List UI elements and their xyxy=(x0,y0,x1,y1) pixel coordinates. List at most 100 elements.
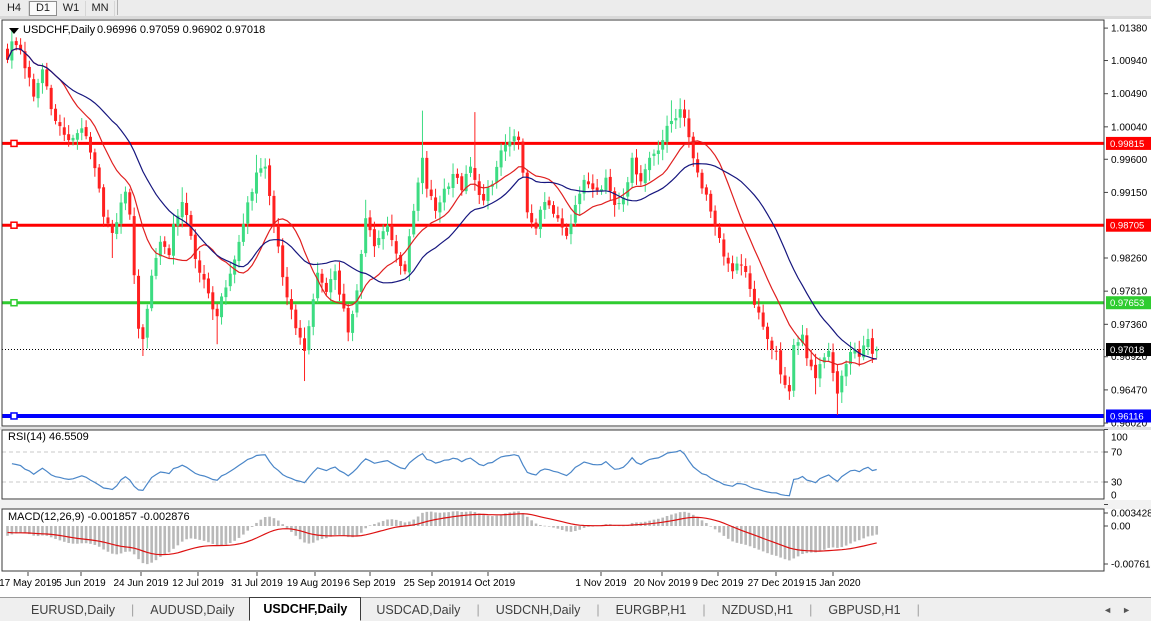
pane-splitter-2[interactable] xyxy=(0,500,1151,509)
macd-histogram-bar xyxy=(168,526,171,552)
level-anchor-marker[interactable] xyxy=(11,222,17,228)
candle-body xyxy=(128,192,131,214)
candle-body xyxy=(696,159,699,172)
candle-body xyxy=(775,351,778,352)
macd-histogram-bar xyxy=(155,526,158,560)
candle-body xyxy=(369,217,372,230)
macd-histogram-bar xyxy=(150,526,153,563)
candle-body xyxy=(255,173,258,194)
candle-body xyxy=(609,177,612,191)
level-anchor-marker[interactable] xyxy=(11,140,17,146)
chart-tab-usdcnh[interactable]: USDCNH,Daily xyxy=(481,601,596,619)
macd-histogram-bar xyxy=(867,526,870,536)
macd-histogram-bar xyxy=(338,526,341,535)
chart-tab-eurusd[interactable]: EURUSD,Daily xyxy=(16,601,130,619)
chart-tab-audusd[interactable]: AUDUSD,Daily xyxy=(135,601,249,619)
chart-menu-arrow-icon[interactable] xyxy=(9,28,19,34)
candle-body xyxy=(722,239,725,256)
chart-tab-usdcad[interactable]: USDCAD,Daily xyxy=(361,601,475,619)
macd-histogram-bar xyxy=(211,526,214,544)
candle-body xyxy=(657,150,660,154)
macd-histogram-bar xyxy=(565,526,568,531)
macd-histogram-bar xyxy=(299,526,302,539)
tab-scroll-right-icon[interactable]: ► xyxy=(1122,605,1141,615)
candle-body xyxy=(740,265,743,266)
macd-histogram-bar xyxy=(688,513,691,526)
macd-histogram-bar xyxy=(76,526,79,544)
timeframe-button-mn[interactable]: MN xyxy=(86,1,115,16)
macd-histogram-bar xyxy=(775,526,778,556)
tab-scroll-left-icon[interactable]: ◄ xyxy=(1103,605,1122,615)
candle-body xyxy=(591,183,594,189)
candle-body xyxy=(443,189,446,203)
candle-body xyxy=(596,188,599,191)
macd-histogram-bar xyxy=(840,526,843,547)
timeframe-button-w1[interactable]: W1 xyxy=(57,1,86,16)
macd-histogram-bar xyxy=(360,526,363,533)
chart-window[interactable]: 1.013801.009401.004901.000400.996000.991… xyxy=(0,16,1151,597)
chart-tab-eurgbp[interactable]: EURGBP,H1 xyxy=(601,601,702,619)
candle-body xyxy=(701,173,704,189)
timeframe-button-h4[interactable]: H4 xyxy=(0,1,29,16)
y-tick-label: 1.00940 xyxy=(1111,56,1148,67)
macd-histogram-bar xyxy=(220,526,223,545)
candle-body xyxy=(460,176,463,190)
candle-body xyxy=(150,276,153,309)
x-tick-label: 6 Sep 2019 xyxy=(344,578,396,589)
chart-tab-nzdusd[interactable]: NZDUSD,H1 xyxy=(707,601,809,619)
candle-body xyxy=(452,174,455,188)
macd-label: MACD(12,26,9) -0.001857 -0.002876 xyxy=(8,511,190,523)
macd-histogram-bar xyxy=(810,526,813,553)
candle-body xyxy=(517,137,520,140)
candle-body xyxy=(80,128,83,132)
candle-body xyxy=(753,289,756,305)
level-anchor-marker[interactable] xyxy=(11,413,17,419)
macd-histogram-bar xyxy=(369,525,372,526)
candle-body xyxy=(587,181,590,184)
candle-body xyxy=(286,277,289,298)
chart-tab-gbpusd[interactable]: GBPUSD,H1 xyxy=(813,601,915,619)
y-tick-label: 0.97360 xyxy=(1111,320,1148,331)
candle-body xyxy=(246,202,249,223)
x-tick-label: 17 May 2019 xyxy=(0,578,57,589)
macd-histogram-bar xyxy=(522,513,525,526)
candle-body xyxy=(792,345,795,391)
macd-histogram-bar xyxy=(120,526,123,553)
candle-body xyxy=(744,266,747,272)
macd-histogram-bar xyxy=(552,526,555,528)
macd-histogram-bar xyxy=(343,526,346,535)
candle-body xyxy=(578,194,581,204)
level-anchor-marker[interactable] xyxy=(11,300,17,306)
chart-canvas[interactable]: 1.013801.009401.004901.000400.996000.991… xyxy=(0,16,1151,597)
macd-histogram-bar xyxy=(207,526,210,542)
candle-body xyxy=(674,118,677,120)
macd-histogram-bar xyxy=(238,526,241,538)
candle-body xyxy=(508,142,511,147)
candle-body xyxy=(425,158,428,189)
macd-histogram-bar xyxy=(94,526,97,545)
candle-body xyxy=(32,79,35,96)
candle-body xyxy=(735,264,738,271)
macd-histogram-bar xyxy=(303,526,306,543)
candle-body xyxy=(421,158,424,183)
chart-tab-usdchf[interactable]: USDCHF,Daily xyxy=(249,597,361,621)
rsi-tick-label: 70 xyxy=(1111,448,1123,459)
macd-histogram-bar xyxy=(281,524,284,526)
candle-body xyxy=(552,205,555,214)
candle-body xyxy=(530,213,533,222)
macd-histogram-bar xyxy=(530,520,533,526)
price-badge-label: 0.97653 xyxy=(1110,298,1144,309)
candle-body xyxy=(373,229,376,246)
candle-body xyxy=(535,223,538,229)
rsi-tick-label: 0 xyxy=(1111,491,1117,502)
candle-body xyxy=(251,192,254,201)
timeframe-button-d1[interactable]: D1 xyxy=(29,1,57,16)
candle-body xyxy=(155,258,158,276)
macd-histogram-bar xyxy=(181,526,184,542)
macd-tick-label: -0.007615 xyxy=(1111,560,1151,571)
macd-histogram-bar xyxy=(452,511,455,526)
macd-histogram-bar xyxy=(570,526,573,532)
y-tick-label: 1.01380 xyxy=(1111,24,1148,35)
rsi-tick-label: 100 xyxy=(1111,433,1128,444)
macd-histogram-bar xyxy=(718,526,721,532)
